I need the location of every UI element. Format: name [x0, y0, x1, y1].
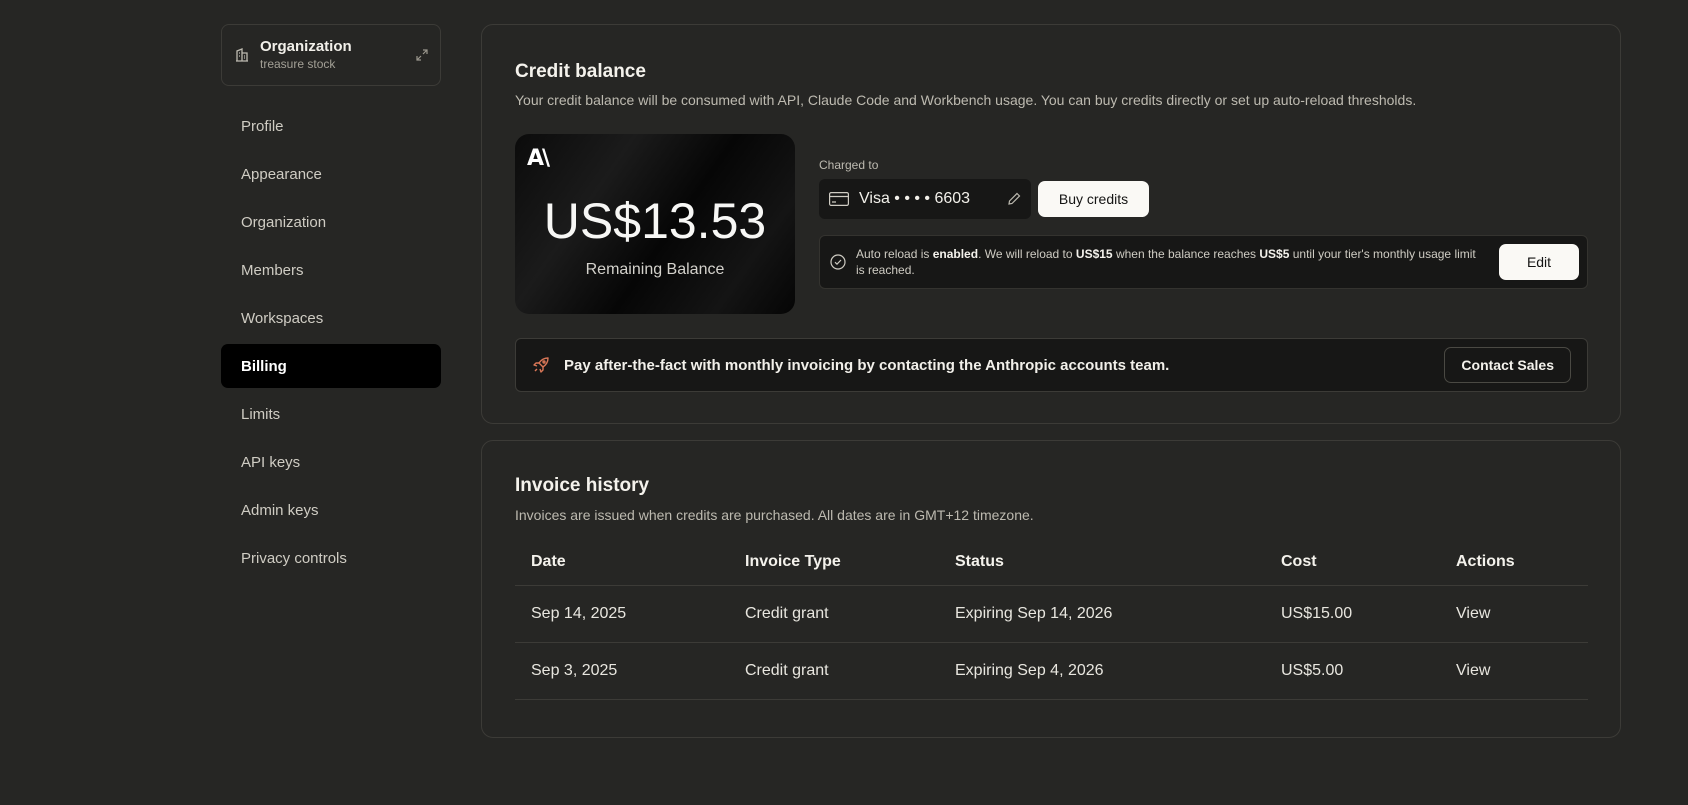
nav-item-profile[interactable]: Profile [221, 104, 441, 148]
column-header-invoice-type: Invoice Type [729, 539, 939, 586]
nav-item-label: Profile [241, 117, 284, 135]
nav-item-label: Privacy controls [241, 549, 347, 567]
check-circle-icon [830, 254, 846, 270]
credit-balance-description: Your credit balance will be consumed wit… [515, 92, 1417, 108]
nav-item-workspaces[interactable]: Workspaces [221, 296, 441, 340]
invoice-date: Sep 3, 2025 [515, 642, 729, 700]
invoice-cost: US$15.00 [1265, 585, 1440, 643]
view-invoice-link[interactable]: View [1440, 585, 1588, 643]
column-header-cost: Cost [1265, 539, 1440, 586]
column-header-date: Date [515, 539, 729, 586]
view-invoice-link[interactable]: View [1440, 642, 1588, 700]
nav-item-organization[interactable]: Organization [221, 200, 441, 244]
invoice-type: Credit grant [729, 585, 939, 643]
invoice-date: Sep 14, 2025 [515, 585, 729, 643]
payment-method-text: Visa • • • • 6603 [859, 190, 971, 207]
reload-text-part: Auto reload is [856, 247, 933, 261]
invoice-history-description: Invoices are issued when credits are pur… [515, 507, 1034, 523]
nav-item-label: Billing [241, 357, 287, 375]
nav-item-admin-keys[interactable]: Admin keys [221, 488, 441, 532]
nav-item-label: Members [241, 261, 304, 279]
nav-item-label: API keys [241, 453, 301, 471]
invoice-type: Credit grant [729, 642, 939, 700]
invoice-table: Date Invoice Type Status Cost Actions Se… [515, 539, 1588, 700]
settings-nav: Profile Appearance Organization Members … [221, 104, 441, 584]
invoice-history-card: Invoice history Invoices are issued when… [481, 440, 1621, 738]
reload-text-part: when the balance reaches [1112, 247, 1260, 261]
balance-amount: US$13.53 [543, 193, 767, 249]
table-row: Sep 14, 2025 Credit grant Expiring Sep 1… [515, 585, 1588, 643]
nav-item-members[interactable]: Members [221, 248, 441, 292]
credit-card-icon [829, 192, 849, 206]
invoice-cost: US$5.00 [1265, 642, 1440, 700]
column-header-status: Status [939, 539, 1265, 586]
reload-status: enabled [932, 247, 979, 261]
invoicing-banner-text: Pay after-the-fact with monthly invoicin… [564, 356, 1170, 374]
anthropic-logo-icon: A\ [527, 146, 550, 171]
nav-item-limits[interactable]: Limits [221, 392, 441, 436]
invoice-history-title: Invoice history [515, 475, 650, 496]
table-header-row: Date Invoice Type Status Cost Actions [515, 539, 1588, 586]
balance-label: Remaining Balance [585, 261, 725, 278]
nav-item-label: Organization [241, 213, 327, 231]
pencil-icon[interactable] [1007, 192, 1021, 206]
payment-method: Visa • • • • 6603 [819, 179, 1031, 219]
buy-credits-button[interactable]: Buy credits [1038, 181, 1149, 217]
nav-item-api-keys[interactable]: API keys [221, 440, 441, 484]
charged-to-label: Charged to [819, 158, 879, 172]
contact-sales-button[interactable]: Contact Sales [1444, 347, 1571, 383]
invoicing-banner: Pay after-the-fact with monthly invoicin… [515, 338, 1588, 392]
table-row: Sep 3, 2025 Credit grant Expiring Sep 4,… [515, 642, 1588, 700]
nav-item-label: Admin keys [241, 501, 319, 519]
organization-name: treasure stock [260, 57, 336, 71]
credit-balance-title: Credit balance [515, 61, 646, 82]
nav-item-privacy-controls[interactable]: Privacy controls [221, 536, 441, 580]
reload-amount: US$15 [1075, 247, 1113, 261]
organization-switcher[interactable]: Organization treasure stock [221, 24, 441, 86]
nav-item-billing[interactable]: Billing [221, 344, 441, 388]
invoice-status: Expiring Sep 14, 2026 [939, 585, 1265, 643]
balance-display: A\ US$13.53 Remaining Balance [515, 134, 795, 314]
reload-text-part: . We will reload to [978, 247, 1076, 261]
nav-item-label: Limits [241, 405, 281, 423]
auto-reload-notice: Auto reload is enabled. We will reload t… [819, 235, 1588, 289]
edit-auto-reload-button[interactable]: Edit [1499, 244, 1579, 280]
invoice-status: Expiring Sep 4, 2026 [939, 642, 1265, 700]
expand-icon [416, 49, 428, 61]
credit-balance-card: Credit balance Your credit balance will … [481, 24, 1621, 424]
building-icon [236, 48, 248, 62]
nav-item-label: Workspaces [241, 309, 324, 327]
auto-reload-text: Auto reload is enabled. We will reload t… [856, 246, 1499, 278]
column-header-actions: Actions [1440, 539, 1588, 586]
nav-item-appearance[interactable]: Appearance [221, 152, 441, 196]
nav-item-label: Appearance [241, 165, 322, 183]
organization-title: Organization [260, 38, 352, 55]
rocket-icon [533, 357, 549, 373]
reload-threshold: US$5 [1259, 247, 1290, 261]
